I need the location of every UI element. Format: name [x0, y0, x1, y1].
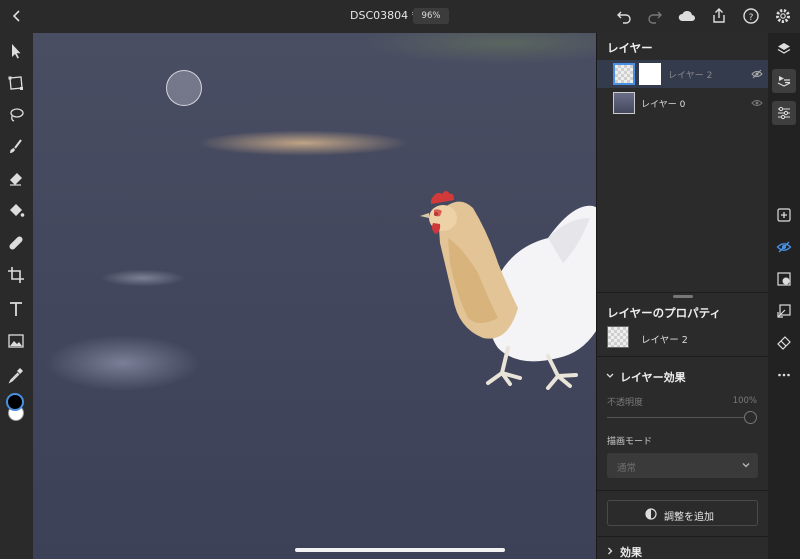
text-icon[interactable] — [6, 299, 26, 319]
chevron-right-icon[interactable] — [606, 547, 614, 555]
layers-panel: レイヤー レイヤー 2 レイヤー 0 レイヤーのプロパティ レイヤー 2 レイヤ… — [596, 33, 769, 559]
layer-row-2[interactable]: レイヤー 2 — [597, 60, 769, 88]
layer-name: レイヤー 2 — [668, 71, 713, 81]
zoom-level[interactable]: 96% — [413, 8, 449, 24]
opacity-slider-knob[interactable] — [744, 411, 757, 424]
opacity-value: 100% — [732, 396, 757, 406]
healing-icon[interactable] — [6, 233, 26, 253]
panel-divider — [597, 490, 769, 491]
canvas[interactable] — [33, 33, 596, 559]
layers-panel-title: レイヤー — [607, 41, 653, 55]
undo-icon[interactable] — [614, 6, 634, 26]
home-indicator — [295, 548, 505, 552]
layer-row-0[interactable]: レイヤー 0 — [597, 89, 769, 117]
back-icon[interactable] — [8, 6, 26, 26]
add-adjustment-button[interactable]: 調整を追加 — [607, 500, 758, 526]
layer-thumbnail — [613, 63, 635, 85]
help-icon[interactable]: ? — [741, 6, 761, 26]
mask-icon[interactable] — [772, 267, 796, 291]
cloud-icon[interactable] — [677, 6, 697, 26]
svg-text:?: ? — [749, 13, 754, 23]
layer-mask-thumbnail[interactable] — [639, 63, 661, 85]
crop-icon[interactable] — [6, 265, 26, 285]
brush-icon[interactable] — [6, 137, 26, 157]
panel-divider — [597, 356, 769, 357]
chevron-down-icon[interactable] — [606, 372, 614, 380]
layer-properties-icon[interactable] — [772, 69, 796, 93]
adjustment-icon — [645, 508, 657, 520]
visible-eye-icon[interactable] — [751, 97, 763, 109]
eraser-layer-icon[interactable] — [772, 331, 796, 355]
eyedropper-icon[interactable] — [6, 365, 26, 385]
panel-drag-handle[interactable] — [673, 295, 693, 298]
layer-effects-title[interactable]: レイヤー効果 — [620, 369, 686, 385]
color-swatch[interactable] — [4, 393, 30, 425]
layer-properties-title: レイヤーのプロパティ — [607, 306, 721, 320]
side-rail — [768, 33, 800, 559]
opacity-label: 不透明度 — [607, 398, 644, 408]
layers-icon[interactable] — [772, 37, 796, 61]
lasso-icon[interactable] — [6, 105, 26, 125]
panel-divider — [597, 292, 769, 293]
fill-icon[interactable] — [6, 201, 26, 221]
document-title: DSC03804 * — [350, 9, 418, 22]
foreground-color[interactable] — [6, 393, 24, 411]
select-icon[interactable] — [6, 41, 26, 61]
layer-thumbnail — [613, 92, 635, 114]
more-icon[interactable] — [772, 363, 796, 387]
chicken-image — [420, 191, 596, 390]
visibility-icon[interactable] — [772, 235, 796, 259]
properties-thumbnail — [607, 326, 629, 348]
settings-icon[interactable] — [773, 6, 793, 26]
import-icon[interactable] — [772, 299, 796, 323]
add-layer-icon[interactable] — [772, 203, 796, 227]
blend-mode-select[interactable]: 通常 — [607, 453, 758, 478]
properties-layer-name: レイヤー 2 — [641, 335, 688, 346]
panel-divider — [597, 536, 769, 537]
tool-rail — [0, 33, 33, 559]
brush-cursor — [166, 70, 202, 106]
blend-mode-value: 通常 — [617, 463, 637, 474]
add-adjustment-label: 調整を追加 — [664, 512, 714, 523]
effects-title[interactable]: 効果 — [620, 544, 642, 559]
eraser-icon[interactable] — [6, 169, 26, 189]
chevron-down-icon — [742, 463, 750, 468]
image-icon[interactable] — [6, 331, 26, 351]
adjustments-icon[interactable] — [772, 101, 796, 125]
top-bar: DSC03804 * 96% ? — [0, 0, 800, 33]
opacity-slider-track[interactable] — [607, 417, 751, 418]
hidden-eye-icon[interactable] — [751, 68, 763, 80]
layer-name: レイヤー 0 — [641, 100, 686, 110]
transform-icon[interactable] — [6, 73, 26, 93]
blend-mode-label: 描画モード — [607, 437, 653, 447]
redo-icon[interactable] — [645, 6, 665, 26]
share-icon[interactable] — [709, 6, 729, 26]
